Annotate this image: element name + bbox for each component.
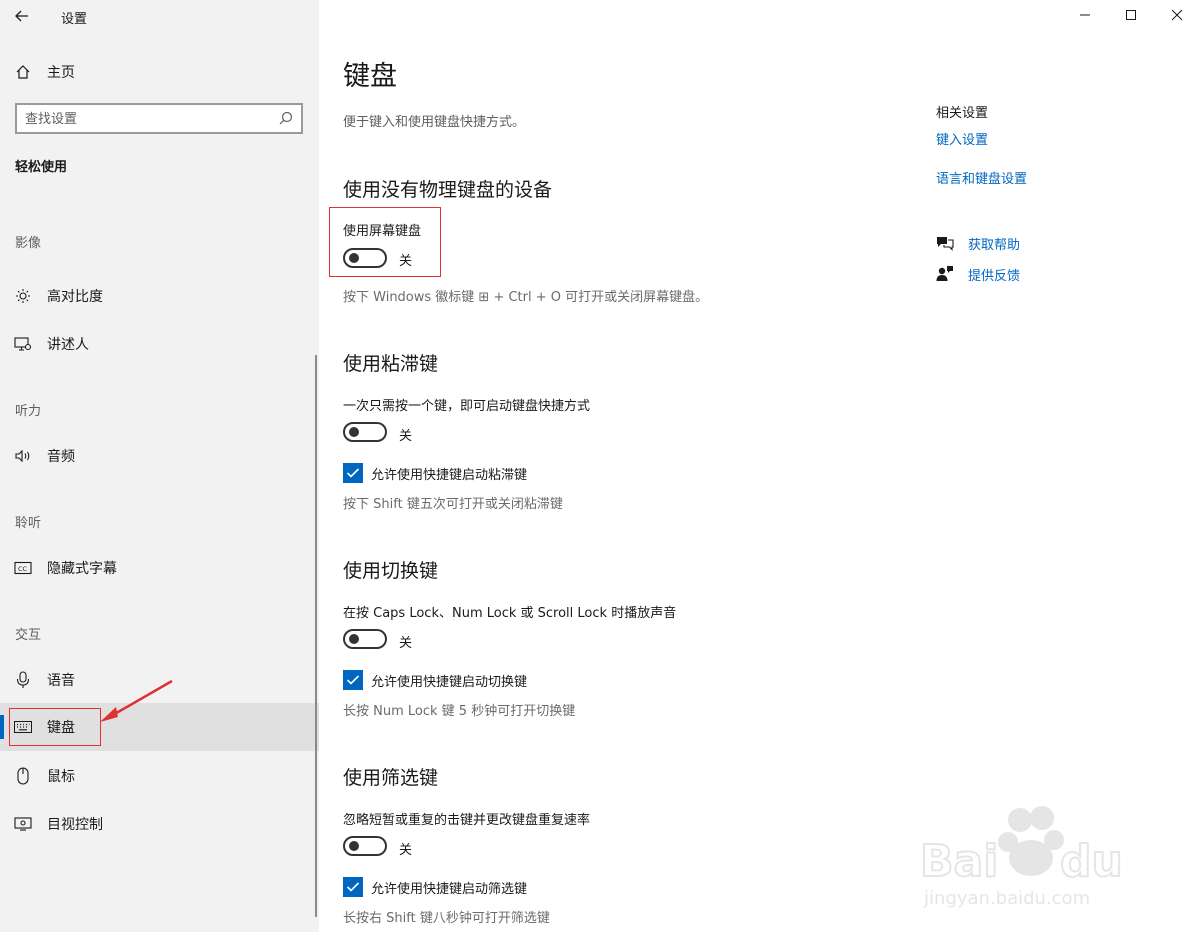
page-description: 便于键入和使用键盘快捷方式。	[343, 115, 526, 130]
filter-toggle-state: 关	[399, 843, 413, 858]
nav-eye-control[interactable]: 目视控制	[0, 800, 319, 848]
filter-toggle-label: 忽略短暂或重复的击键并更改键盘重复速率	[343, 813, 591, 828]
chat-help-icon	[936, 234, 954, 252]
search-input[interactable]	[25, 109, 265, 129]
minimize-button[interactable]	[1062, 0, 1108, 30]
main-content: 键盘 便于键入和使用键盘快捷方式。 使用没有物理键盘的设备 使用屏幕键盘 关 按…	[319, 0, 1200, 932]
maximize-button[interactable]	[1108, 0, 1154, 30]
annotation-box-onscreen	[329, 207, 441, 277]
togglekeys-shortcut-checkbox[interactable]: 允许使用快捷键启动切换键	[343, 670, 527, 690]
sidebar: 设置 主页 轻松使用 影像 高对比度 讲述人 听力 音频 聆听	[0, 0, 319, 932]
sticky-heading: 使用粘滞键	[343, 353, 439, 375]
nav-narrator-label: 讲述人	[47, 337, 89, 353]
nav-speech-label: 语音	[47, 673, 75, 689]
toggle-knob	[349, 253, 359, 263]
nav-keyboard-label: 键盘	[47, 720, 75, 736]
narrator-icon	[14, 335, 32, 353]
checkmark-icon	[343, 877, 363, 897]
togglekeys-hint: 长按 Num Lock 键 5 秒钟可打开切换键	[343, 704, 576, 719]
language-keyboard-link[interactable]: 语言和键盘设置	[936, 168, 1027, 187]
onscreen-hint: 按下 Windows 徽标键 ⊞ + Ctrl + O 可打开或关闭屏幕键盘。	[343, 290, 709, 305]
brightness-icon	[14, 287, 32, 305]
nav-home-label: 主页	[47, 65, 75, 81]
nav-eye-control-label: 目视控制	[47, 817, 103, 833]
feedback-label: 提供反馈	[968, 268, 1021, 284]
checkmark-icon	[343, 670, 363, 690]
togglekeys-checkbox-label: 允许使用快捷键启动切换键	[371, 674, 528, 690]
group-hearing: 听力	[15, 404, 42, 419]
nav-home[interactable]: 主页	[0, 48, 319, 96]
nav-mouse-label: 鼠标	[47, 769, 75, 785]
related-heading: 相关设置	[936, 106, 989, 121]
onscreen-toggle-label: 使用屏幕键盘	[343, 224, 422, 239]
checkmark-icon	[343, 463, 363, 483]
filter-shortcut-checkbox[interactable]: 允许使用快捷键启动筛选键	[343, 877, 527, 897]
nav-captions-label: 隐藏式字幕	[47, 561, 117, 577]
sticky-checkbox-label: 允许使用快捷键启动粘滞键	[371, 467, 528, 483]
search-box[interactable]	[15, 103, 303, 134]
typing-settings-link[interactable]: 键入设置	[936, 129, 988, 148]
feedback-link[interactable]: 提供反馈	[936, 264, 1020, 284]
annotation-arrow-icon	[100, 679, 173, 722]
get-help-label: 获取帮助	[968, 237, 1021, 253]
nav-high-contrast[interactable]: 高对比度	[0, 272, 319, 320]
group-interaction: 交互	[15, 628, 42, 643]
toggle-knob	[349, 634, 359, 644]
sticky-toggle-label: 一次只需按一个键，即可启动键盘快捷方式	[343, 399, 591, 414]
search-icon[interactable]	[277, 110, 295, 128]
group-listening: 聆听	[15, 516, 42, 531]
nav-narrator[interactable]: 讲述人	[0, 320, 319, 368]
app-title: 设置	[61, 12, 88, 27]
filter-hint: 长按右 Shift 键八秒钟可打开筛选键	[343, 911, 550, 926]
back-arrow-icon	[15, 10, 28, 22]
title-bar: 设置	[0, 0, 319, 32]
sticky-keys-toggle[interactable]	[343, 422, 387, 442]
filter-heading: 使用筛选键	[343, 767, 439, 789]
closed-captions-icon: CC	[14, 559, 32, 577]
onscreen-heading: 使用没有物理键盘的设备	[343, 179, 553, 201]
nav-captions[interactable]: CC 隐藏式字幕	[0, 544, 319, 592]
toggle-knob	[349, 841, 359, 851]
toggle-knob	[349, 427, 359, 437]
nav-audio[interactable]: 音频	[0, 432, 319, 480]
filter-keys-toggle[interactable]	[343, 836, 387, 856]
home-icon	[14, 63, 32, 81]
sticky-hint: 按下 Shift 键五次可打开或关闭粘滞键	[343, 497, 563, 512]
nav-high-contrast-label: 高对比度	[47, 289, 103, 305]
get-help-link[interactable]: 获取帮助	[936, 233, 1020, 253]
minimize-icon	[1080, 14, 1090, 16]
sidebar-scrollbar[interactable]	[315, 355, 317, 917]
togglekeys-toggle-label: 在按 Caps Lock、Num Lock 或 Scroll Lock 时播放声…	[343, 606, 677, 621]
nav-mouse[interactable]: 鼠标	[0, 752, 319, 800]
nav-audio-label: 音频	[47, 449, 75, 465]
back-button[interactable]	[8, 2, 36, 30]
close-button[interactable]	[1154, 0, 1200, 30]
category-title: 轻松使用	[15, 160, 68, 175]
mouse-icon	[14, 767, 32, 785]
page-title: 键盘	[343, 61, 397, 92]
speaker-icon	[14, 447, 32, 465]
group-vision: 影像	[15, 236, 42, 251]
maximize-icon	[1126, 10, 1136, 20]
filter-checkbox-label: 允许使用快捷键启动筛选键	[371, 881, 528, 897]
microphone-icon	[14, 671, 32, 689]
onscreen-keyboard-toggle[interactable]	[343, 248, 387, 268]
toggle-keys-toggle[interactable]	[343, 629, 387, 649]
sticky-shortcut-checkbox[interactable]: 允许使用快捷键启动粘滞键	[343, 463, 527, 483]
eye-control-icon	[14, 815, 32, 833]
sticky-toggle-state: 关	[399, 429, 413, 444]
feedback-icon	[936, 265, 954, 283]
svg-text:CC: CC	[18, 565, 28, 573]
onscreen-toggle-state: 关	[399, 254, 413, 269]
close-icon	[1171, 9, 1183, 21]
togglekeys-toggle-state: 关	[399, 636, 413, 651]
keyboard-icon	[14, 718, 32, 736]
togglekeys-heading: 使用切换键	[343, 560, 439, 582]
